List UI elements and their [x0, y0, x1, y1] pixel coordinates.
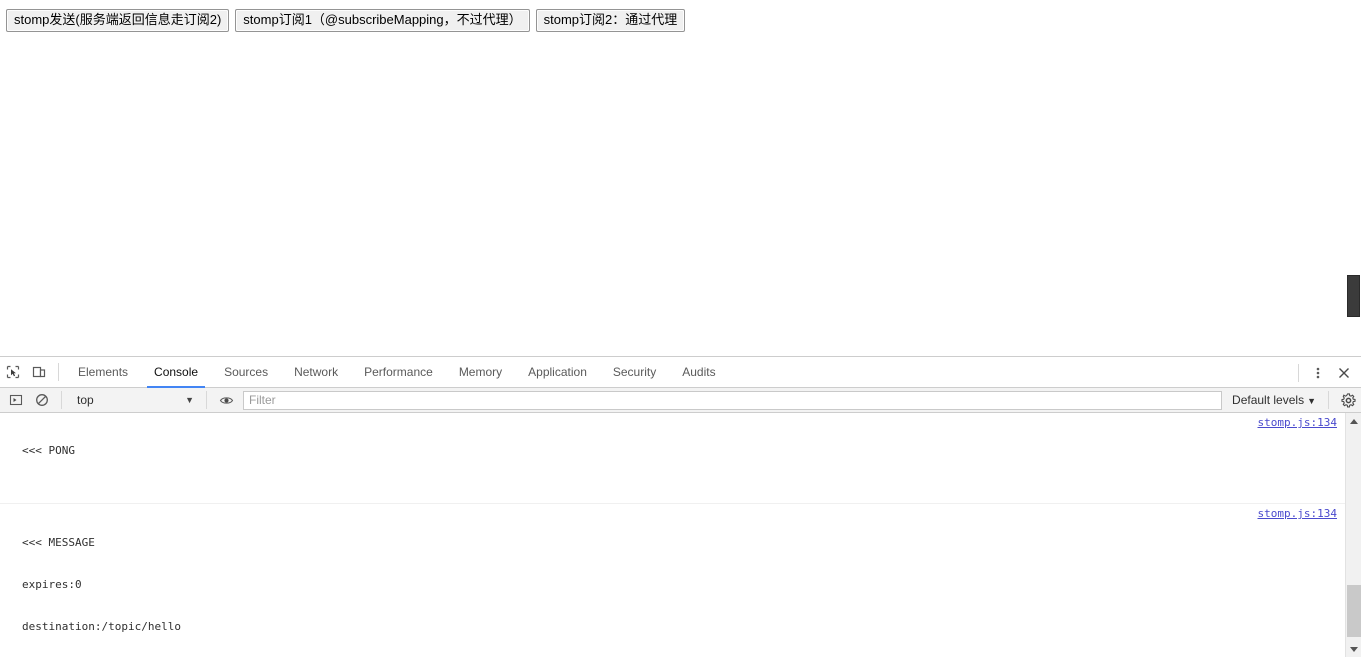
close-icon[interactable]: [1331, 360, 1357, 386]
log-line: <<< MESSAGE: [22, 536, 95, 549]
console-filter-input[interactable]: [243, 390, 1223, 410]
scrollbar-down-arrow-icon[interactable]: [1346, 641, 1361, 657]
more-vertical-icon[interactable]: [1305, 360, 1331, 386]
console-filter-toolbar: top ▼ Default levels▼: [0, 388, 1361, 413]
execution-context-icon[interactable]: [3, 387, 29, 413]
tab-network[interactable]: Network: [281, 357, 351, 388]
log-entry-message[interactable]: <<< MESSAGE expires:0 destination:/topic…: [0, 504, 1345, 657]
execution-context-selector[interactable]: top ▼: [70, 391, 200, 410]
clear-console-icon[interactable]: [29, 387, 55, 413]
gear-icon[interactable]: [1335, 387, 1361, 413]
stomp-subscribe-1-button[interactable]: stomp订阅1（@subscribeMapping，不过代理）: [235, 9, 530, 32]
log-levels-dropdown[interactable]: Default levels ▼: [1222, 393, 1322, 407]
filterbar-divider-2: [206, 391, 207, 409]
tab-sources[interactable]: Sources: [211, 357, 281, 388]
console-log-area: <<< PONG stomp.js:134 <<< MESSAGE expire…: [0, 413, 1361, 657]
page-scrollbar-thumb[interactable]: [1347, 275, 1360, 317]
console-vertical-scrollbar[interactable]: [1345, 413, 1361, 657]
tab-elements[interactable]: Elements: [65, 357, 141, 388]
devtools-tabbar: Elements Console Sources Network Perform…: [0, 357, 1361, 388]
tabbar-right-divider: [1298, 363, 1299, 382]
tab-memory[interactable]: Memory: [446, 357, 515, 388]
stomp-subscribe-2-button[interactable]: stomp订阅2：通过代理: [535, 9, 686, 32]
devtools-panel: Elements Console Sources Network Perform…: [0, 356, 1361, 657]
screenshot-root: stomp发送(服务端返回信息走订阅2) stomp订阅1（@subscribe…: [0, 0, 1361, 657]
chevron-down-icon-levels: ▼: [1307, 396, 1316, 406]
log-source-link[interactable]: stomp.js:134: [1258, 507, 1337, 521]
chevron-down-icon: ▼: [185, 395, 194, 405]
web-page-viewport: stomp发送(服务端返回信息走订阅2) stomp订阅1（@subscribe…: [0, 0, 1361, 356]
filterbar-divider-1: [61, 391, 62, 409]
tab-console[interactable]: Console: [141, 357, 211, 388]
log-source-link[interactable]: stomp.js:134: [1258, 416, 1337, 430]
page-vertical-scrollbar[interactable]: [1346, 0, 1361, 356]
tab-audits[interactable]: Audits: [669, 357, 728, 388]
tab-application[interactable]: Application: [515, 357, 600, 388]
devtools-tab-list: Elements Console Sources Network Perform…: [65, 357, 729, 388]
tabbar-divider: [58, 363, 59, 381]
stomp-send-button[interactable]: stomp发送(服务端返回信息走订阅2): [6, 9, 230, 32]
scrollbar-up-arrow-icon[interactable]: [1346, 413, 1361, 429]
live-expression-eye-icon[interactable]: [213, 387, 239, 413]
device-toolbar-icon[interactable]: [26, 359, 52, 385]
log-levels-label: Default levels: [1232, 393, 1305, 407]
tab-security[interactable]: Security: [600, 357, 669, 388]
devtools-tabbar-right: [1292, 357, 1357, 388]
log-line: expires:0: [22, 578, 82, 591]
log-line: destination:/topic/hello: [22, 620, 181, 633]
console-scrollbar-thumb[interactable]: [1347, 585, 1361, 637]
page-button-row: stomp发送(服务端返回信息走订阅2) stomp订阅1（@subscribe…: [6, 9, 686, 32]
tab-performance[interactable]: Performance: [351, 357, 446, 388]
execution-context-value: top: [77, 393, 94, 407]
log-entry-pong[interactable]: <<< PONG stomp.js:134: [0, 413, 1345, 504]
filterbar-divider-3: [1328, 391, 1329, 409]
console-messages: <<< PONG stomp.js:134 <<< MESSAGE expire…: [0, 413, 1345, 657]
inspect-cursor-icon[interactable]: [0, 359, 26, 385]
log-line: <<< PONG: [22, 444, 75, 457]
